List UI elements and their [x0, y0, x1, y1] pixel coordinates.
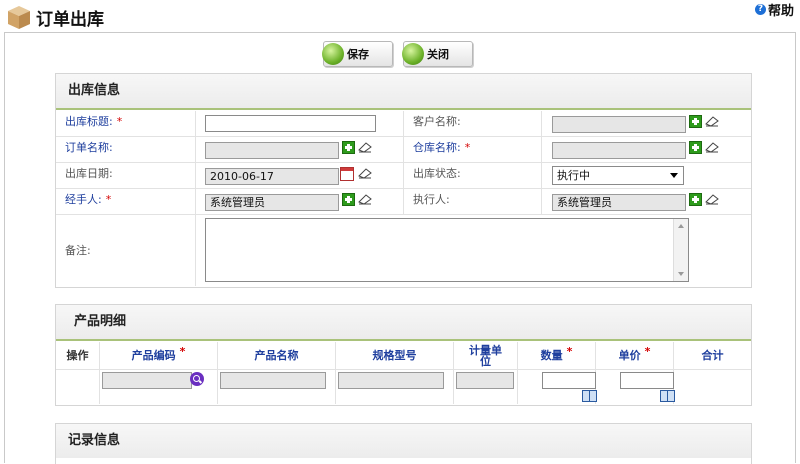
scroll-down-icon: [678, 272, 684, 276]
order-input[interactable]: [205, 142, 339, 159]
col-total: 合计: [701, 349, 724, 362]
save-button[interactable]: 保存: [322, 41, 393, 67]
form-row-notes: 备注:: [56, 215, 751, 286]
customer-label: 客户名称:: [413, 115, 461, 128]
title-label: 出库标题: *: [65, 115, 123, 128]
close-button-label: 关闭: [427, 48, 449, 61]
col-quantity: 数量 *: [518, 342, 596, 369]
add-order-icon[interactable]: [342, 141, 355, 154]
chevron-down-icon: [670, 173, 678, 178]
record-info-panel: 记录信息: [55, 423, 752, 464]
col-unit: 计量单位: [454, 342, 518, 369]
section-title-outbound: 出库信息: [56, 74, 751, 110]
title-input[interactable]: [205, 115, 376, 132]
book-icon[interactable]: [582, 390, 597, 402]
col-unit-price: 单价 *: [596, 342, 674, 369]
quantity-input[interactable]: [542, 372, 596, 389]
scroll-up-icon: [678, 224, 684, 228]
section-title-products: 产品明细: [56, 305, 751, 341]
add-executor-icon[interactable]: [689, 193, 702, 206]
warehouse-label: 仓库名称: *: [413, 141, 471, 154]
customer-input[interactable]: [552, 116, 686, 133]
col-spec: 规格型号: [336, 342, 454, 369]
clear-executor-icon[interactable]: [705, 194, 719, 205]
unit-price-input[interactable]: [620, 372, 674, 389]
status-select[interactable]: 执行中: [552, 166, 684, 185]
book-icon[interactable]: [660, 390, 675, 402]
close-button[interactable]: 关闭: [402, 41, 473, 67]
status-select-value: 执行中: [557, 169, 590, 182]
green-ball-icon: [322, 43, 344, 65]
order-label: 订单名称:: [65, 141, 113, 154]
notes-label: 备注:: [65, 243, 91, 257]
search-icon[interactable]: [190, 372, 204, 386]
date-label: 出库日期:: [65, 167, 113, 180]
product-code-input[interactable]: [102, 372, 192, 389]
handler-label: 经手人: *: [65, 193, 112, 206]
toolbar: 保存 关闭: [5, 41, 795, 69]
help-icon: ?: [754, 4, 766, 15]
col-product-name: 产品名称: [218, 342, 336, 369]
form-row-date: 出库日期: 2010-06-17 出库状态: 执行中: [56, 163, 751, 189]
handler-input[interactable]: 系统管理员: [205, 194, 339, 211]
form-container: 保存 关闭 出库信息 出库标题: * 客户名称: 订单名称: 仓库名称: * 出…: [4, 32, 796, 464]
product-name-input[interactable]: [220, 372, 326, 389]
product-detail-panel: 产品明细 操作 产品编码 * 产品名称 规格型号 计量单位 数量 * 单价 * 合计: [55, 304, 752, 406]
clear-customer-icon[interactable]: [705, 116, 719, 127]
col-product-code: 产品编码 *: [100, 342, 218, 369]
executor-label: 执行人:: [413, 193, 450, 206]
title-bar: 订单出库 ? 帮助: [0, 0, 800, 34]
help-label: 帮助: [767, 4, 794, 19]
product-table-header: 操作 产品编码 * 产品名称 规格型号 计量单位 数量 * 单价 * 合计: [56, 342, 751, 370]
col-action: 操作: [56, 342, 100, 369]
notes-textarea[interactable]: [205, 218, 689, 282]
form-row-order: 订单名称: 仓库名称: *: [56, 137, 751, 163]
calendar-icon[interactable]: [340, 167, 354, 181]
help-link[interactable]: ? 帮助: [754, 0, 794, 19]
add-handler-icon[interactable]: [342, 193, 355, 206]
warehouse-input[interactable]: [552, 142, 686, 159]
form-row-handler: 经手人: * 系统管理员 执行人: 系统管理员: [56, 189, 751, 215]
outbound-info-panel: 出库信息 出库标题: * 客户名称: 订单名称: 仓库名称: * 出库日期: 2…: [55, 73, 752, 288]
save-button-label: 保存: [347, 48, 369, 61]
executor-input[interactable]: 系统管理员: [552, 194, 686, 211]
textarea-scrollbar[interactable]: [673, 219, 688, 281]
date-input[interactable]: 2010-06-17: [205, 168, 339, 185]
clear-handler-icon[interactable]: [358, 194, 372, 205]
unit-input[interactable]: [456, 372, 514, 389]
spec-input[interactable]: [338, 372, 444, 389]
green-ball-icon: [402, 43, 424, 65]
status-label: 出库状态:: [413, 167, 461, 180]
page-title: 订单出库: [36, 10, 104, 30]
clear-date-icon[interactable]: [358, 168, 372, 179]
add-warehouse-icon[interactable]: [689, 141, 702, 154]
form-row-title: 出库标题: * 客户名称:: [56, 111, 751, 137]
clear-warehouse-icon[interactable]: [705, 142, 719, 153]
add-customer-icon[interactable]: [689, 115, 702, 128]
clear-order-icon[interactable]: [358, 142, 372, 153]
table-row: [56, 370, 751, 404]
package-box-icon: [8, 6, 30, 29]
